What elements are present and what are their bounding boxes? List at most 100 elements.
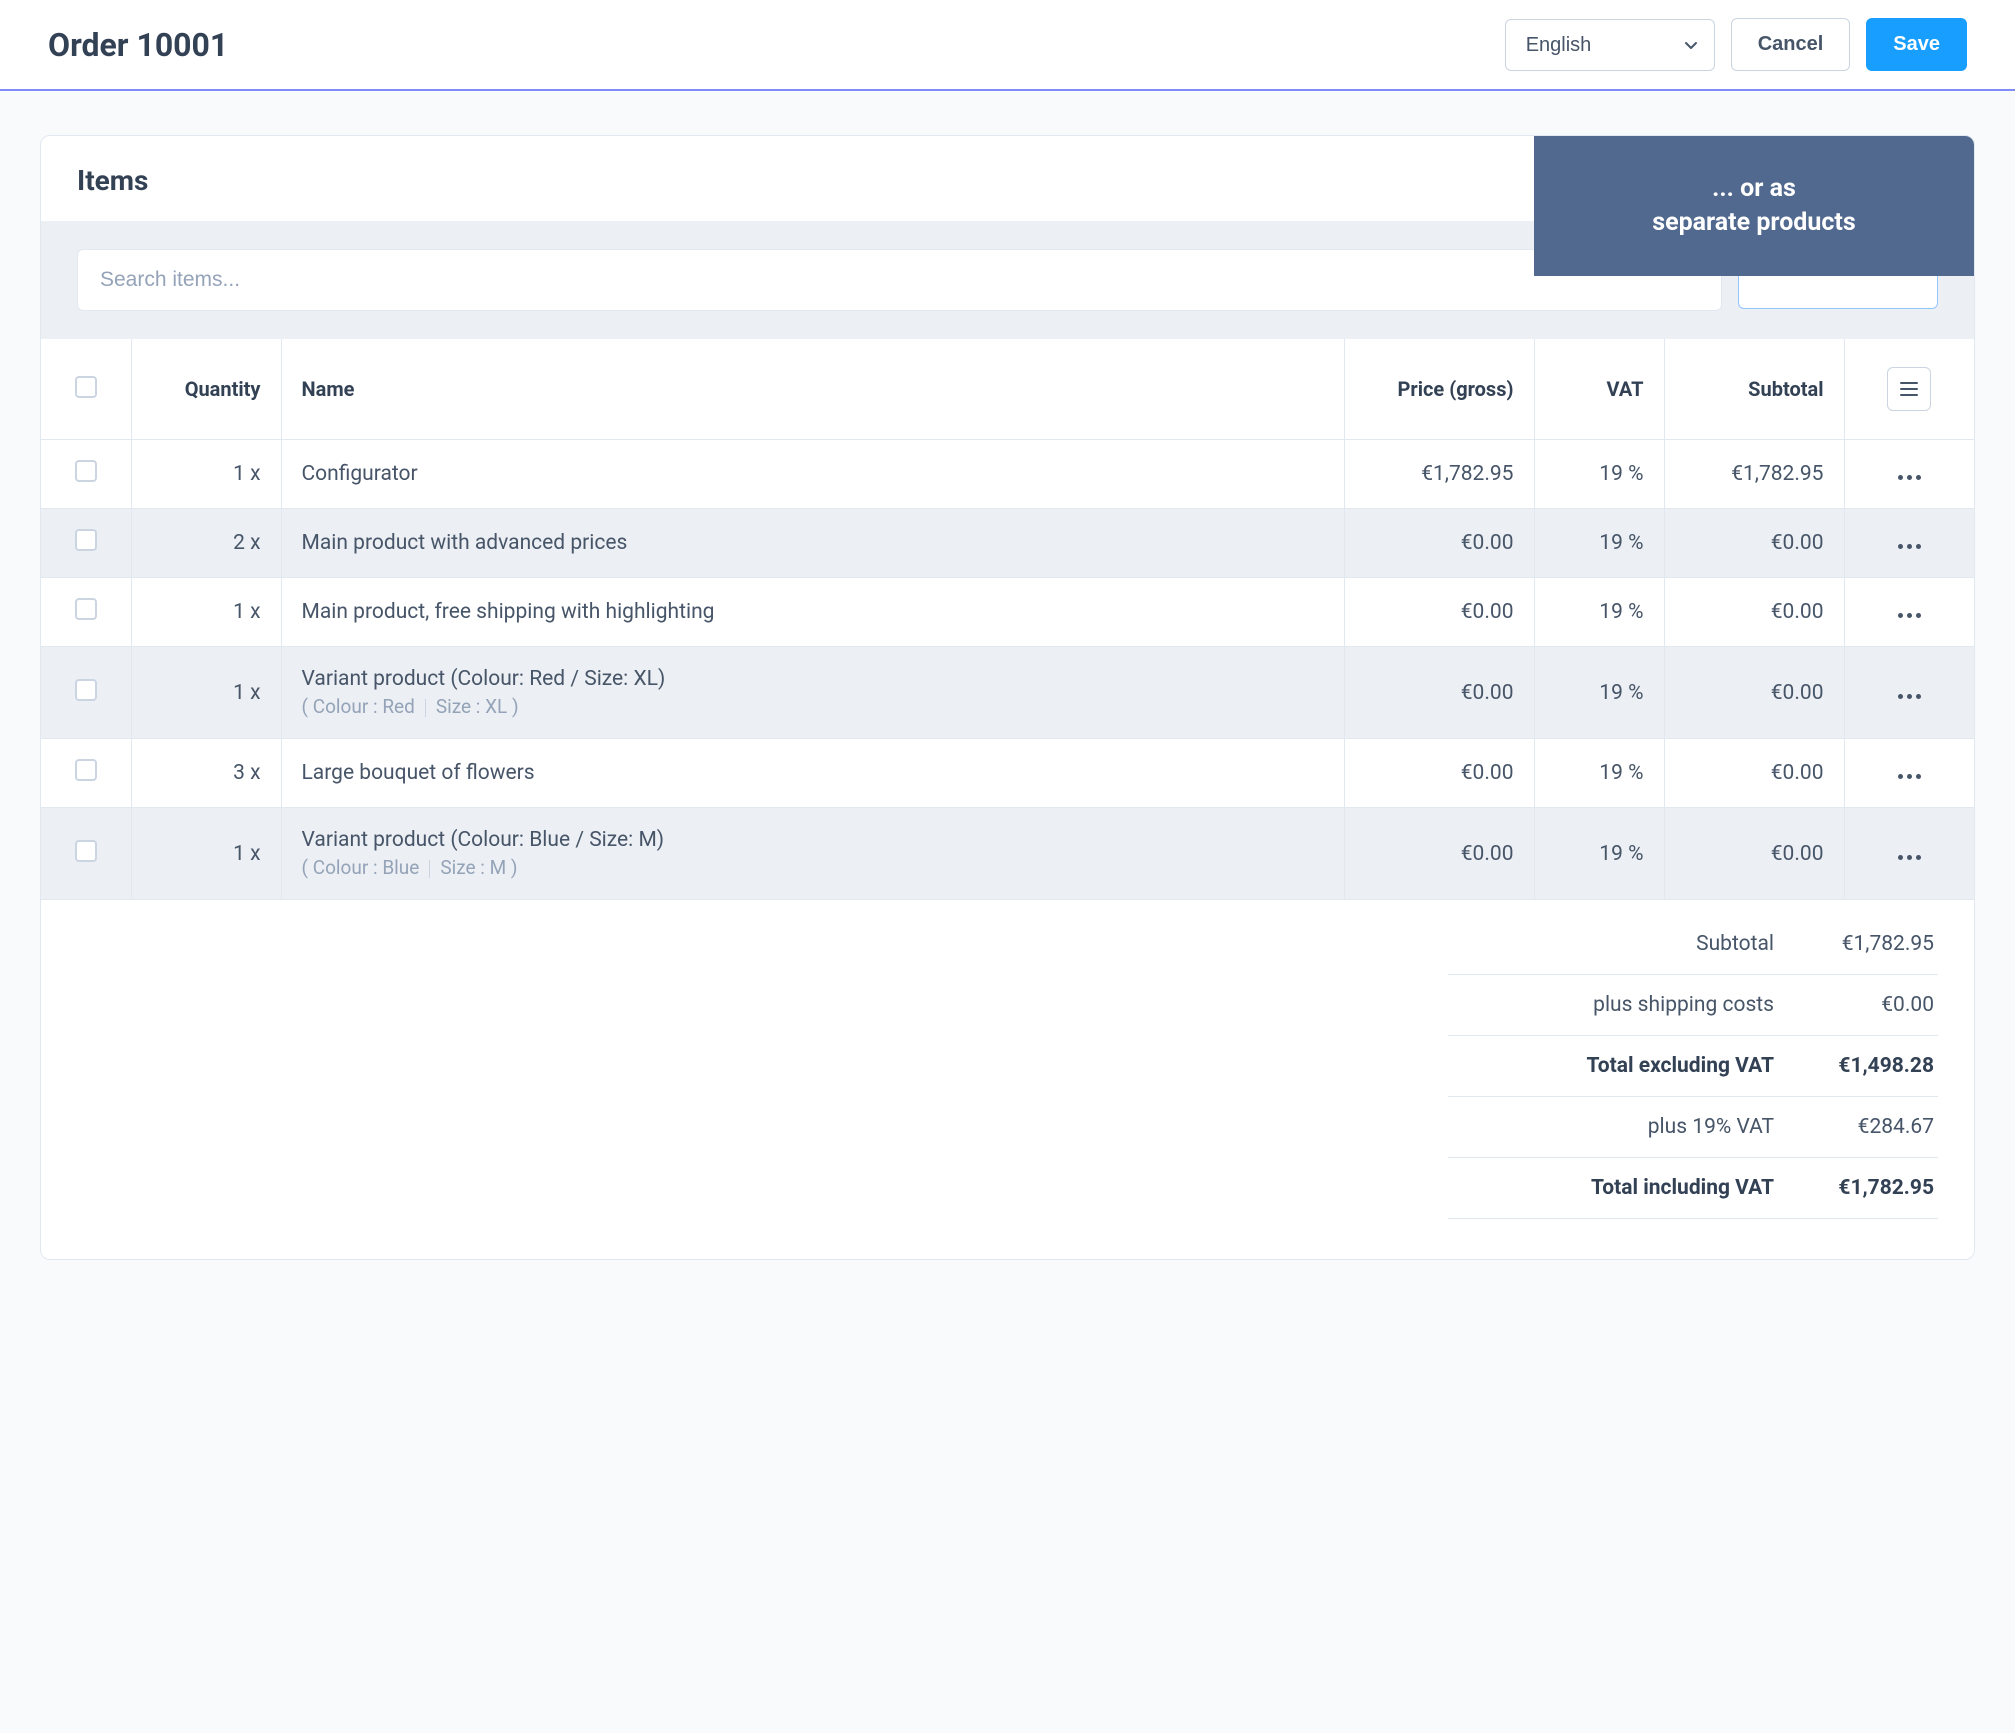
hamburger-icon bbox=[1900, 382, 1918, 396]
summary-value: €1,782.95 bbox=[1804, 1176, 1934, 1200]
summary-row: plus shipping costs€0.00 bbox=[1448, 975, 1938, 1036]
summary-label: plus shipping costs bbox=[1452, 993, 1804, 1017]
row-actions-menu[interactable] bbox=[1898, 544, 1921, 549]
search-input[interactable] bbox=[77, 249, 1722, 311]
row-name: Main product, free shipping with highlig… bbox=[281, 578, 1344, 647]
items-card: ... or as separate products Items Quanti… bbox=[40, 135, 1975, 1260]
row-actions-menu[interactable] bbox=[1898, 774, 1921, 779]
summary-value: €1,498.28 bbox=[1804, 1054, 1934, 1078]
summary-value: €1,782.95 bbox=[1804, 932, 1934, 956]
cancel-button[interactable]: Cancel bbox=[1731, 18, 1851, 71]
table-row: 1 xMain product, free shipping with high… bbox=[41, 578, 1974, 647]
language-select[interactable]: English bbox=[1505, 19, 1715, 71]
row-variant-info: ( Colour : BlueSize : M ) bbox=[302, 856, 1324, 879]
table-row: 1 xVariant product (Colour: Blue / Size:… bbox=[41, 808, 1974, 900]
row-actions-cell bbox=[1844, 509, 1974, 578]
row-subtotal: €1,782.95 bbox=[1664, 440, 1844, 509]
row-checkbox[interactable] bbox=[75, 598, 97, 620]
row-vat: 19 % bbox=[1534, 509, 1664, 578]
row-actions-menu[interactable] bbox=[1898, 475, 1921, 480]
row-price: €0.00 bbox=[1344, 647, 1534, 739]
row-actions-cell bbox=[1844, 739, 1974, 808]
row-variant-info: ( Colour : RedSize : XL ) bbox=[302, 695, 1324, 718]
row-price: €0.00 bbox=[1344, 808, 1534, 900]
row-quantity: 1 x bbox=[131, 578, 281, 647]
row-checkbox[interactable] bbox=[75, 679, 97, 701]
row-vat: 19 % bbox=[1534, 739, 1664, 808]
col-header-checkbox bbox=[41, 339, 131, 440]
row-name: Configurator bbox=[281, 440, 1344, 509]
table-row: 2 xMain product with advanced prices€0.0… bbox=[41, 509, 1974, 578]
row-quantity: 1 x bbox=[131, 440, 281, 509]
row-checkbox-cell bbox=[41, 578, 131, 647]
summary-row: Subtotal€1,782.95 bbox=[1448, 914, 1938, 975]
summary-row: plus 19% VAT€284.67 bbox=[1448, 1097, 1938, 1158]
row-price: €1,782.95 bbox=[1344, 440, 1534, 509]
header-actions: English Cancel Save bbox=[1505, 18, 1967, 71]
summary-label: Total including VAT bbox=[1452, 1176, 1804, 1200]
language-select-wrap: English bbox=[1505, 19, 1715, 71]
summary-value: €284.67 bbox=[1804, 1115, 1934, 1139]
summary-label: plus 19% VAT bbox=[1452, 1115, 1804, 1139]
row-actions-menu[interactable] bbox=[1898, 855, 1921, 860]
row-quantity: 2 x bbox=[131, 509, 281, 578]
row-actions-cell bbox=[1844, 808, 1974, 900]
table-row: 1 xVariant product (Colour: Red / Size: … bbox=[41, 647, 1974, 739]
row-actions-menu[interactable] bbox=[1898, 613, 1921, 618]
row-checkbox-cell bbox=[41, 440, 131, 509]
callout-line2: separate products bbox=[1652, 206, 1855, 240]
col-header-actions bbox=[1844, 339, 1974, 440]
row-subtotal: €0.00 bbox=[1664, 739, 1844, 808]
row-quantity: 1 x bbox=[131, 647, 281, 739]
row-checkbox[interactable] bbox=[75, 759, 97, 781]
row-vat: 19 % bbox=[1534, 647, 1664, 739]
row-actions-cell bbox=[1844, 578, 1974, 647]
col-header-name: Name bbox=[281, 339, 1344, 440]
summary-section: Subtotal€1,782.95plus shipping costs€0.0… bbox=[41, 900, 1974, 1259]
row-name: Main product with advanced prices bbox=[281, 509, 1344, 578]
items-table: Quantity Name Price (gross) VAT Subtotal… bbox=[41, 339, 1974, 900]
summary-label: Total excluding VAT bbox=[1452, 1054, 1804, 1078]
summary-value: €0.00 bbox=[1804, 993, 1934, 1017]
row-checkbox-cell bbox=[41, 739, 131, 808]
page-body: ... or as separate products Items Quanti… bbox=[0, 91, 2015, 1304]
table-row: 1 xConfigurator€1,782.9519 %€1,782.95 bbox=[41, 440, 1974, 509]
col-header-subtotal: Subtotal bbox=[1664, 339, 1844, 440]
col-header-quantity: Quantity bbox=[131, 339, 281, 440]
row-subtotal: €0.00 bbox=[1664, 578, 1844, 647]
row-subtotal: €0.00 bbox=[1664, 509, 1844, 578]
row-actions-menu[interactable] bbox=[1898, 694, 1921, 699]
row-price: €0.00 bbox=[1344, 509, 1534, 578]
row-checkbox-cell bbox=[41, 509, 131, 578]
callout-line1: ... or as bbox=[1652, 172, 1855, 206]
table-row: 3 xLarge bouquet of flowers€0.0019 %€0.0… bbox=[41, 739, 1974, 808]
page-title: Order 10001 bbox=[48, 26, 228, 64]
row-name: Large bouquet of flowers bbox=[281, 739, 1344, 808]
row-checkbox[interactable] bbox=[75, 460, 97, 482]
select-all-checkbox[interactable] bbox=[75, 376, 97, 398]
row-checkbox[interactable] bbox=[75, 840, 97, 862]
row-checkbox-cell bbox=[41, 647, 131, 739]
save-button[interactable]: Save bbox=[1866, 18, 1967, 71]
row-vat: 19 % bbox=[1534, 440, 1664, 509]
page-header: Order 10001 English Cancel Save bbox=[0, 0, 2015, 91]
row-actions-cell bbox=[1844, 647, 1974, 739]
row-actions-cell bbox=[1844, 440, 1974, 509]
summary-label: Subtotal bbox=[1452, 932, 1804, 956]
row-subtotal: €0.00 bbox=[1664, 808, 1844, 900]
summary-row: Total excluding VAT€1,498.28 bbox=[1448, 1036, 1938, 1097]
callout-banner: ... or as separate products bbox=[1534, 136, 1974, 276]
col-header-price: Price (gross) bbox=[1344, 339, 1534, 440]
row-quantity: 1 x bbox=[131, 808, 281, 900]
row-vat: 19 % bbox=[1534, 808, 1664, 900]
row-checkbox[interactable] bbox=[75, 529, 97, 551]
row-subtotal: €0.00 bbox=[1664, 647, 1844, 739]
col-header-vat: VAT bbox=[1534, 339, 1664, 440]
row-name: Variant product (Colour: Red / Size: XL)… bbox=[281, 647, 1344, 739]
row-quantity: 3 x bbox=[131, 739, 281, 808]
row-vat: 19 % bbox=[1534, 578, 1664, 647]
summary-table: Subtotal€1,782.95plus shipping costs€0.0… bbox=[1448, 914, 1938, 1219]
row-checkbox-cell bbox=[41, 808, 131, 900]
row-name: Variant product (Colour: Blue / Size: M)… bbox=[281, 808, 1344, 900]
column-settings-button[interactable] bbox=[1887, 367, 1931, 411]
